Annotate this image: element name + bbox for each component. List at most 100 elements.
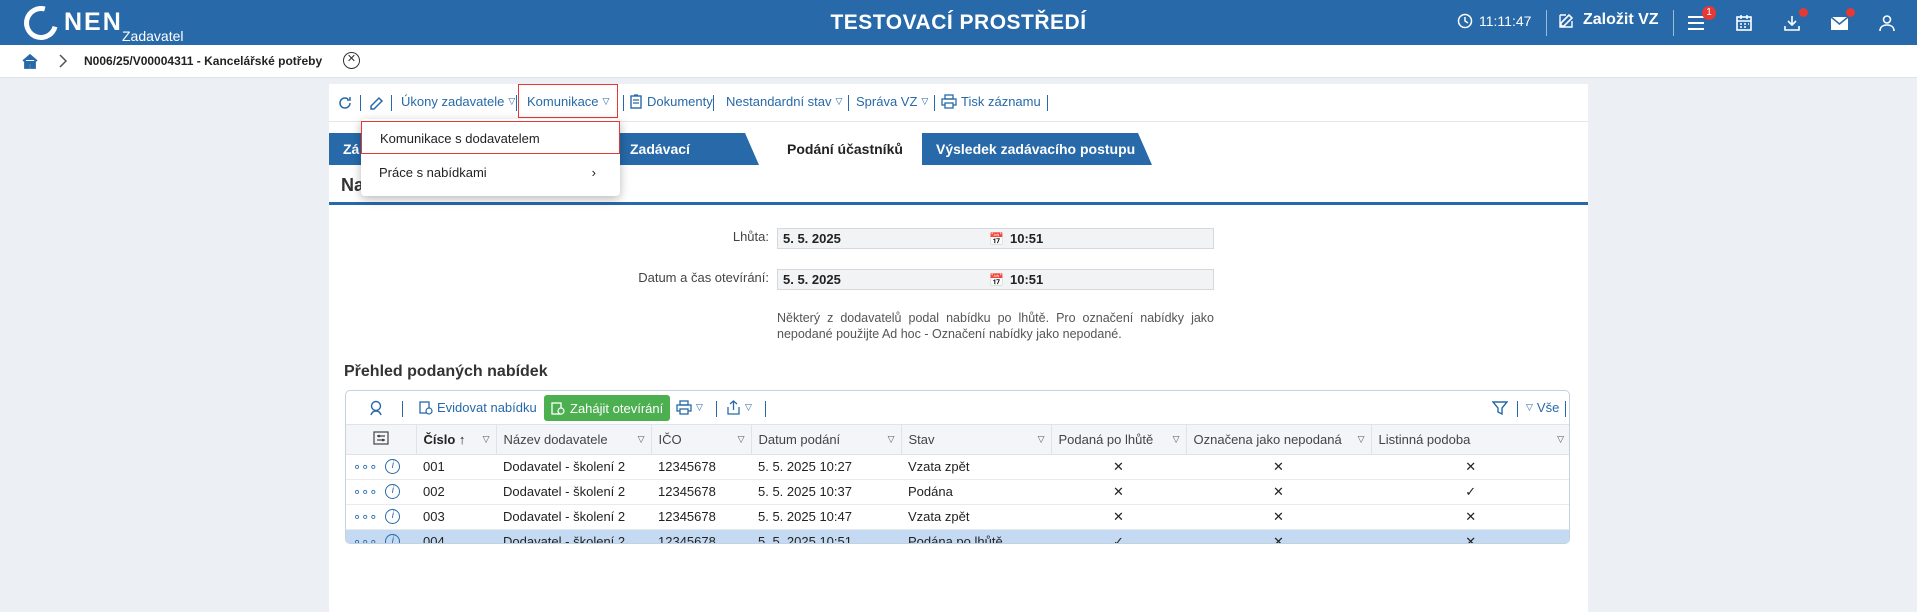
cell-ico: 12345678 — [651, 504, 751, 530]
column-label: Označena jako nepodaná — [1193, 431, 1342, 447]
nestandardni-stav-menu[interactable]: Nestandardní stav ▽ — [726, 94, 842, 109]
info-icon[interactable]: i — [385, 534, 401, 543]
cell-cislo: 004 — [416, 529, 496, 543]
column-settings[interactable] — [346, 425, 417, 455]
column-cislo[interactable]: Číslo ↑ ▽ — [416, 425, 497, 455]
view-filter-menu[interactable]: ▽ Vše — [1526, 400, 1559, 415]
home-icon[interactable] — [21, 52, 39, 70]
menu-item-label: Práce s nabídkami — [379, 165, 487, 180]
table-row-selected[interactable]: ∘∘∘ i 004 Dodavatel - školení 2 12345678 … — [346, 529, 1569, 544]
cell-ico: 12345678 — [651, 454, 751, 480]
create-vz-button[interactable]: Založit VZ — [1558, 11, 1659, 29]
menu-item-komunikace-s-dodavatelem[interactable]: Komunikace s dodavatelem — [361, 121, 620, 154]
cell-datum: 5. 5. 2025 10:37 — [751, 479, 901, 505]
sort-asc-icon: ↑ — [458, 431, 466, 447]
table-row[interactable]: ∘∘∘ i 003 Dodavatel - školení 2 12345678 … — [346, 504, 1569, 530]
nen-logo-icon[interactable] — [17, 0, 65, 47]
column-label: Podaná po lhůtě — [1058, 431, 1154, 447]
divider — [716, 401, 717, 417]
info-icon[interactable]: i — [385, 459, 401, 474]
lhuta-time: 10:51 — [1010, 231, 1044, 246]
filter-caret-icon[interactable]: ▽ — [483, 434, 490, 445]
column-listinna[interactable]: Listinná podoba ▽ — [1371, 425, 1569, 455]
column-nazev[interactable]: Název dodavatele ▽ — [496, 425, 652, 455]
dokumenty-button[interactable]: Dokumenty — [629, 94, 713, 109]
sprava-vz-menu[interactable]: Správa VZ ▽ — [856, 94, 928, 109]
logo-text[interactable]: NEN — [64, 8, 123, 37]
tisk-zaznamu-button[interactable]: Tisk záznamu — [941, 94, 1041, 109]
filter-caret-icon[interactable]: ▽ — [738, 434, 745, 445]
filter-caret-icon[interactable]: ▽ — [1557, 434, 1564, 445]
divider — [360, 95, 361, 111]
cell-datum: 5. 5. 2025 10:47 — [751, 504, 901, 530]
more-icon[interactable]: ∘∘∘ — [353, 459, 377, 475]
award-icon[interactable] — [368, 400, 384, 416]
row-actions: ∘∘∘ i — [346, 529, 416, 544]
evidovat-nabidku-button[interactable]: Evidovat nabídku — [418, 400, 537, 415]
chevron-right-icon — [59, 54, 68, 68]
komunikace-menu[interactable]: Komunikace ▽ — [527, 94, 609, 109]
pencil-icon[interactable] — [369, 95, 385, 111]
cell-stav: Vzata zpět — [901, 454, 1051, 480]
lhuta-date: 5. 5. 2025 — [783, 231, 841, 246]
breadcrumb-title[interactable]: N006/25/V00004311 - Kancelářské potřeby — [84, 54, 322, 68]
filter-caret-icon[interactable]: ▽ — [638, 434, 645, 445]
printer-icon — [676, 400, 692, 415]
user-icon[interactable] — [1875, 11, 1899, 35]
column-datum[interactable]: Datum podání ▽ — [751, 425, 902, 455]
ukony-zadavatele-menu[interactable]: Úkony zadavatele ▽ — [401, 94, 515, 109]
document-add-icon — [419, 401, 433, 415]
menu-item-label: Komunikace s dodavatelem — [380, 131, 540, 146]
edit-icon — [1559, 13, 1574, 28]
nestandardni-label: Nestandardní stav — [726, 94, 832, 109]
mail-icon[interactable] — [1827, 8, 1855, 35]
cell-cislo: 002 — [416, 479, 496, 505]
divider — [1546, 10, 1547, 36]
cell-ico: 12345678 — [651, 529, 751, 543]
download-icon[interactable] — [1780, 8, 1808, 35]
divider — [765, 401, 766, 417]
more-icon[interactable]: ∘∘∘ — [353, 484, 377, 500]
caret-down-icon: ▽ — [508, 96, 516, 106]
clock-time: 11:11:47 — [1479, 13, 1532, 29]
refresh-icon[interactable] — [337, 95, 353, 111]
more-icon[interactable]: ∘∘∘ — [353, 534, 377, 544]
offers-table: Číslo ↑ ▽ Název dodavatele ▽ IČO ▽ Datum po… — [346, 425, 1569, 544]
tab-zadavaci-podminky[interactable]: Zadávací podmínky — [616, 133, 759, 165]
column-stav[interactable]: Stav ▽ — [901, 425, 1052, 455]
filter-caret-icon[interactable]: ▽ — [1173, 434, 1180, 445]
caret-down-icon: ▽ — [921, 96, 929, 106]
filter-caret-icon[interactable]: ▽ — [888, 434, 895, 445]
cell-cislo: 003 — [416, 504, 496, 530]
filter-caret-icon[interactable]: ▽ — [1358, 434, 1365, 445]
export-menu[interactable]: ▽ — [726, 400, 752, 415]
filter-caret-icon[interactable]: ▽ — [1038, 434, 1045, 445]
cell-datum: 5. 5. 2025 10:51 — [751, 529, 901, 543]
filter-icon[interactable] — [1492, 400, 1508, 416]
info-icon[interactable]: i — [385, 484, 401, 499]
cell-datum: 5. 5. 2025 10:27 — [751, 454, 901, 480]
tab-podani-ucastniku[interactable]: Podání účastníků ZP — [773, 133, 923, 165]
column-label: Stav — [908, 431, 935, 447]
divider — [1673, 10, 1674, 36]
more-icon[interactable]: ∘∘∘ — [353, 509, 377, 525]
column-label: Číslo — [423, 431, 456, 447]
caret-down-icon: ▽ — [696, 402, 703, 412]
column-nepodana[interactable]: Označena jako nepodaná ▽ — [1186, 425, 1372, 455]
lhuta-label: Lhůta: — [732, 229, 769, 244]
caret-down-icon: ▽ — [1526, 402, 1533, 412]
column-po-lhute[interactable]: Podaná po lhůtě ▽ — [1051, 425, 1187, 455]
tisk-label: Tisk záznamu — [961, 94, 1041, 109]
open-icon — [551, 402, 565, 415]
calendar-icon[interactable] — [1732, 11, 1756, 35]
tab-vysledek[interactable]: Výsledek zadávacího postupu — [922, 133, 1152, 165]
close-icon[interactable]: ✕ — [343, 52, 360, 69]
info-icon[interactable]: i — [385, 509, 401, 524]
print-menu[interactable]: ▽ — [676, 400, 703, 415]
menu-item-prace-s-nabidkami[interactable]: Práce s nabídkami › — [361, 156, 620, 189]
menu-icon[interactable]: 1 — [1684, 6, 1716, 35]
zahajit-otevirani-button[interactable]: Zahájit otevírání — [544, 395, 671, 421]
column-ico[interactable]: IČO ▽ — [651, 425, 752, 455]
table-row[interactable]: ∘∘∘ i 002 Dodavatel - školení 2 12345678 … — [346, 479, 1569, 505]
table-row[interactable]: ∘∘∘ i 001 Dodavatel - školení 2 12345678 … — [346, 454, 1569, 480]
